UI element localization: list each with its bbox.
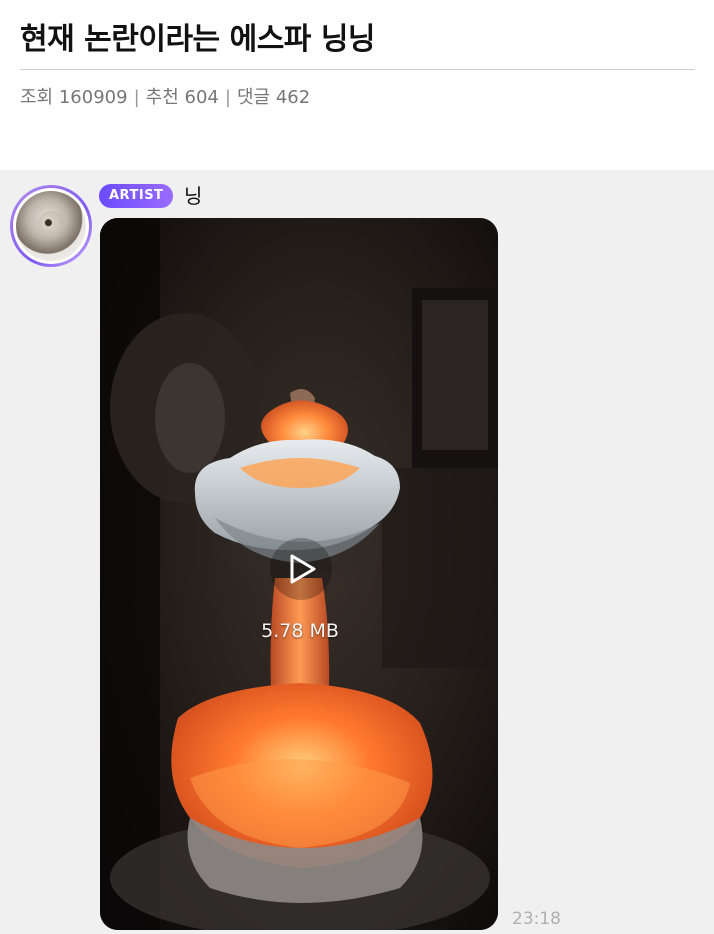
meta-separator: |	[133, 87, 140, 108]
post-title: 현재 논란이라는 에스파 닝닝	[20, 22, 376, 57]
avatar-photo	[16, 191, 86, 261]
meta-separator: |	[224, 87, 231, 108]
message-timestamp: 23:18	[512, 909, 561, 929]
play-button[interactable]	[270, 538, 332, 600]
views-count: 160909	[58, 87, 128, 108]
play-icon	[290, 554, 316, 584]
title-divider	[20, 69, 695, 70]
likes-count: 604	[184, 87, 219, 108]
file-size: 5.78 MB	[261, 620, 339, 642]
comments-label: 댓글	[236, 87, 271, 108]
artist-badge: ARTIST	[99, 184, 174, 208]
chat-area: ARTIST 닝 5.78 MB 23:18	[0, 170, 714, 934]
views-label: 조회	[20, 87, 54, 108]
comments-count: 462	[275, 87, 311, 108]
avatar-ring	[13, 188, 89, 264]
post-header: 현재 논란이라는 에스파 닝닝 조회 160909 | 추천 604 | 댓글 462	[0, 0, 714, 170]
sender-name: 닝	[184, 184, 203, 208]
avatar[interactable]	[10, 185, 92, 267]
post-meta: 조회 160909 | 추천 604 | 댓글 462	[20, 86, 310, 110]
likes-label: 추천	[145, 87, 179, 108]
video-thumbnail[interactable]: 5.78 MB	[100, 218, 498, 930]
